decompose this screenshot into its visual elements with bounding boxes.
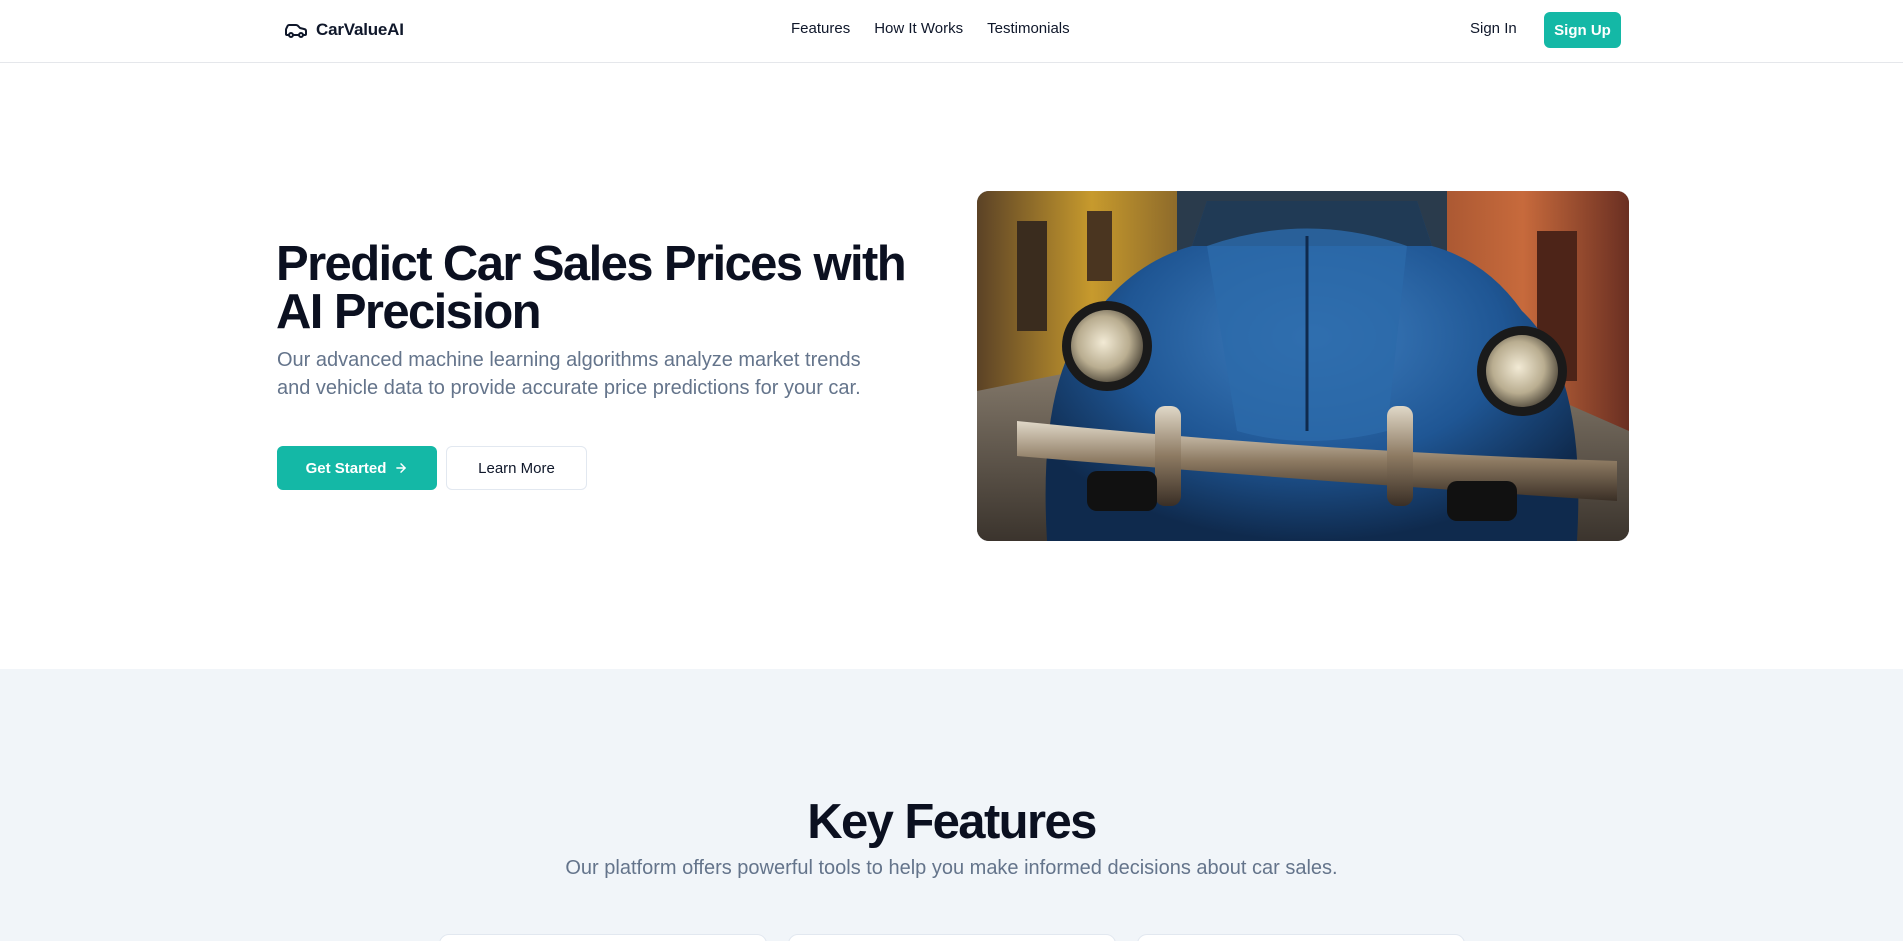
nav-how-it-works[interactable]: How It Works [874, 20, 963, 37]
learn-more-button[interactable]: Learn More [446, 446, 587, 490]
nav-features[interactable]: Features [791, 20, 850, 37]
arrow-right-icon [396, 463, 407, 473]
car-icon [285, 24, 307, 38]
feature-card [1137, 934, 1465, 941]
main-nav: Features How It Works Testimonials [791, 20, 1070, 37]
features-subtitle: Our platform offers powerful tools to he… [565, 857, 1338, 879]
features-section: Key Features Our platform offers powerfu… [0, 669, 1903, 941]
brand-name: CarValueAI [316, 20, 404, 39]
hero-car-image [977, 191, 1629, 541]
sign-up-button[interactable]: Sign Up [1544, 12, 1621, 48]
get-started-label: Get Started [305, 459, 387, 477]
sign-in-link[interactable]: Sign In [1470, 20, 1517, 37]
site-header: CarValueAI Features How It Works Testimo… [0, 0, 1903, 63]
feature-card [788, 934, 1116, 941]
feature-card [439, 934, 767, 941]
brand-logo[interactable]: CarValueAI [284, 18, 404, 42]
nav-testimonials[interactable]: Testimonials [987, 20, 1070, 37]
get-started-button[interactable]: Get Started [277, 446, 437, 490]
hero-subtitle: Our advanced machine learning algorithms… [277, 349, 861, 399]
hero-title: Predict Car Sales Prices with AI Precisi… [276, 237, 907, 339]
features-title: Key Features [807, 795, 1097, 849]
